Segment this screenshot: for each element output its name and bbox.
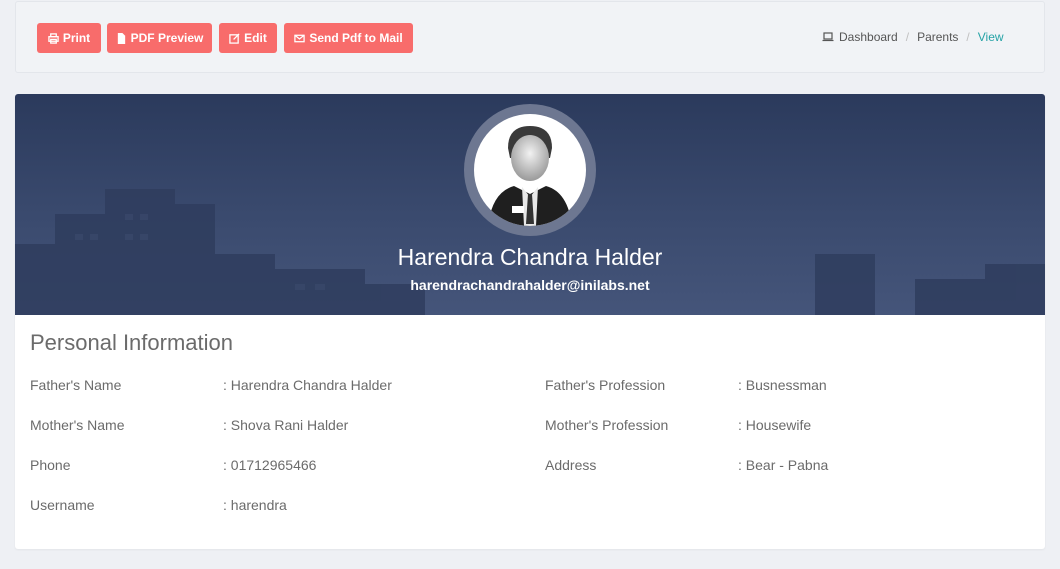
username-value: : harendra [223, 497, 287, 513]
fathers-profession-label: Father's Profession [545, 377, 666, 393]
pdf-preview-button-label: PDF Preview [130, 31, 204, 45]
profile-name: Harendra Chandra Halder [397, 244, 663, 270]
avatar [474, 114, 586, 226]
mothers-name-value: : Shova Rani Halder [223, 417, 349, 433]
address-label: Address [545, 457, 597, 473]
laptop-icon [822, 32, 834, 42]
fathers-name-value: : Harendra Chandra Halder [223, 377, 392, 393]
edit-icon [229, 32, 240, 44]
avatar-ring [464, 104, 596, 236]
pdf-preview-button[interactable]: PDF Preview [107, 23, 212, 53]
breadcrumb-dashboard[interactable]: Dashboard [839, 30, 898, 44]
section-title: Personal Information [30, 330, 233, 355]
send-pdf-to-mail-button-label: Send Pdf to Mail [309, 31, 403, 45]
edit-button[interactable]: Edit [219, 23, 277, 53]
breadcrumb-separator: / [905, 30, 910, 44]
breadcrumb: Dashboard / Parents / View [822, 30, 1004, 44]
envelope-icon [294, 34, 306, 42]
user-avatar-icon [488, 126, 572, 226]
username-label: Username [30, 497, 95, 513]
printer-icon [48, 32, 59, 44]
phone-label: Phone [30, 457, 71, 473]
address-value: : Bear - Pabna [738, 457, 829, 473]
send-pdf-to-mail-button[interactable]: Send Pdf to Mail [284, 23, 413, 53]
mothers-profession-label: Mother's Profession [545, 417, 669, 433]
mothers-name-label: Mother's Name [30, 417, 125, 433]
phone-value: : 01712965466 [223, 457, 317, 473]
print-button-label: Print [62, 31, 91, 45]
fathers-name-label: Father's Name [30, 377, 122, 393]
print-button[interactable]: Print [37, 23, 101, 53]
breadcrumb-view: View [977, 30, 1004, 44]
edit-button-label: Edit [244, 31, 267, 45]
action-toolbar: Print PDF Preview Edit Send Pdf to Mail … [15, 1, 1045, 73]
file-icon [117, 32, 125, 44]
breadcrumb-parents[interactable]: Parents [917, 30, 958, 44]
mothers-profession-value: : Housewife [738, 417, 812, 433]
profile-card: Harendra Chandra Halder harendrachandrah… [15, 94, 1045, 549]
profile-banner: Harendra Chandra Halder harendrachandrah… [15, 94, 1045, 315]
breadcrumb-separator: / [966, 30, 970, 44]
profile-email: harendrachandrahalder@inilabs.net [410, 277, 650, 293]
fathers-profession-value: : Busnessman [738, 377, 827, 393]
